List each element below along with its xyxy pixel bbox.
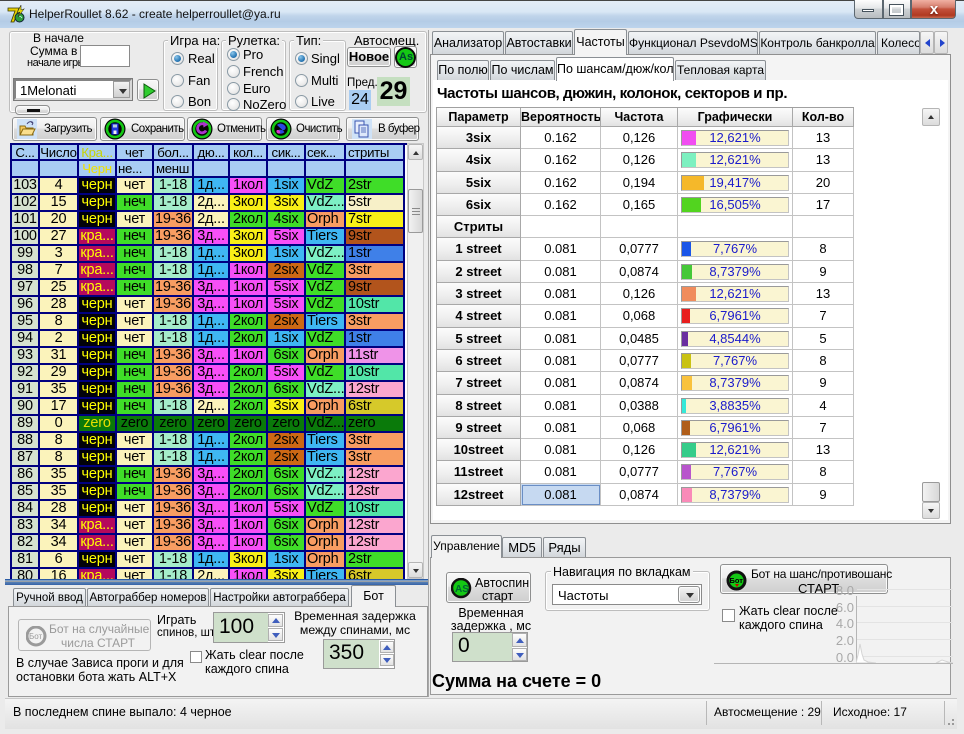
svg-text:Бот: Бот: [730, 576, 744, 585]
svg-text:Бот: Бот: [29, 632, 43, 641]
svg-text:AS: AS: [455, 584, 469, 595]
